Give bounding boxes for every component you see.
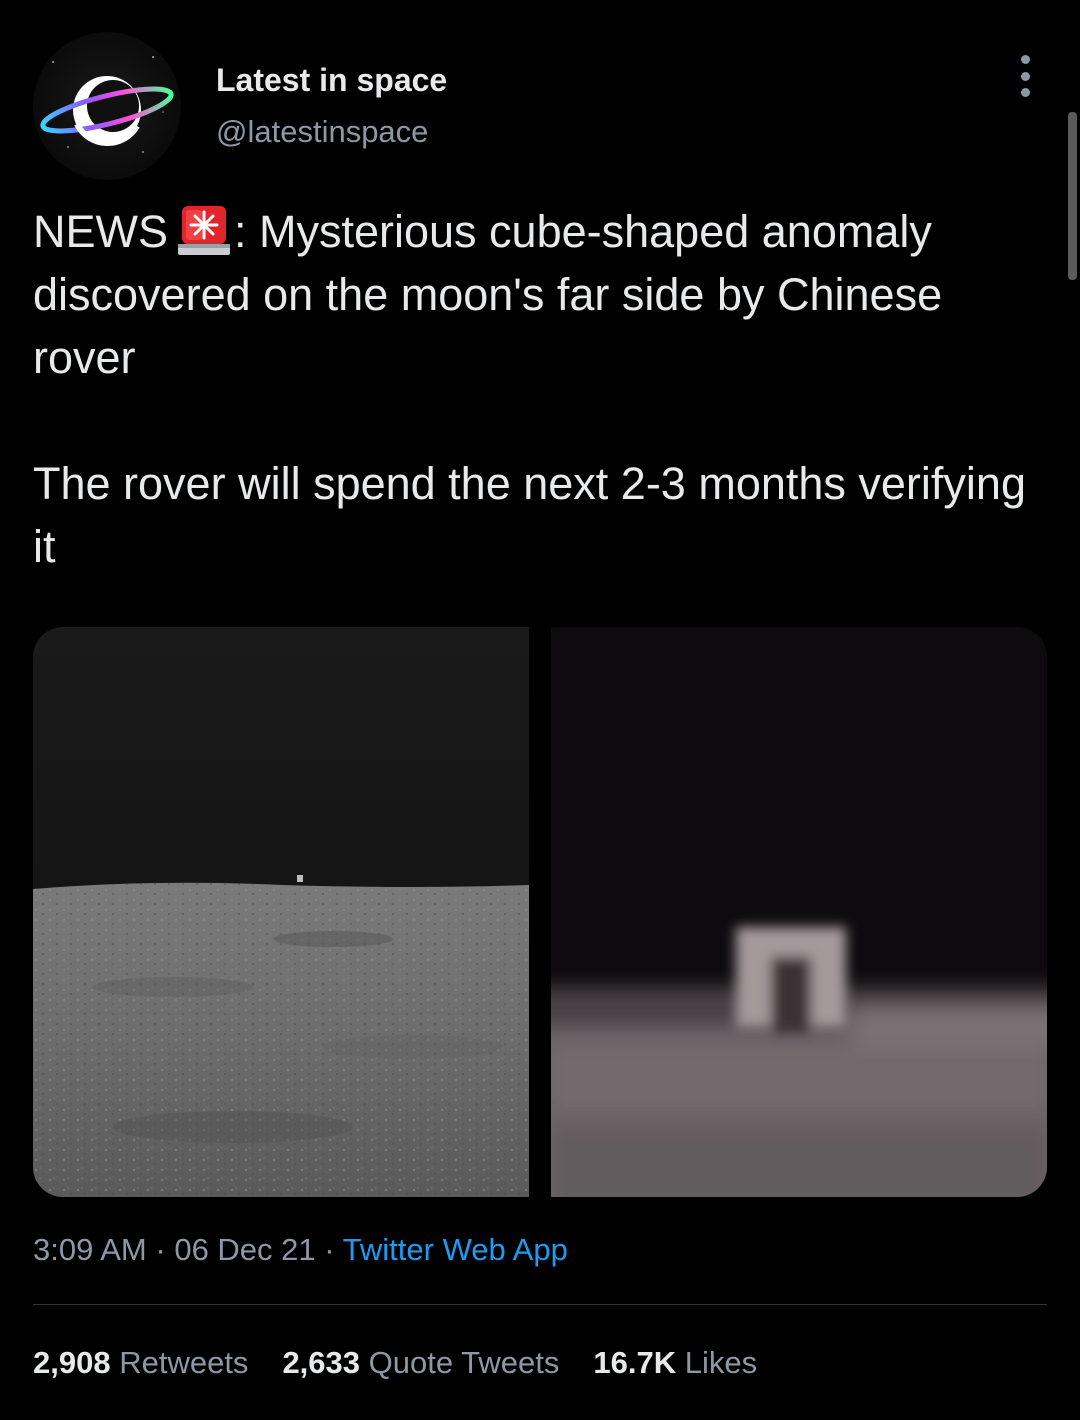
tweet-stats: 2,908 Retweets 2,633 Quote Tweets 16.7K … — [33, 1345, 757, 1381]
retweets-count: 2,908 — [33, 1345, 111, 1380]
meta-separator: · — [324, 1232, 335, 1267]
tweet-date[interactable]: 06 Dec 21 — [174, 1232, 315, 1267]
more-dot — [1020, 55, 1030, 64]
likes-stat[interactable]: 16.7K Likes — [593, 1345, 757, 1381]
planet-logo-icon — [40, 56, 174, 153]
avatar[interactable] — [33, 32, 181, 180]
quote-tweets-stat[interactable]: 2,633 Quote Tweets — [282, 1345, 559, 1381]
quote-tweets-count: 2,633 — [282, 1345, 361, 1380]
more-dot — [1020, 71, 1030, 81]
photo-lunar-horizon[interactable] — [33, 627, 529, 1197]
police-car-light-siren-icon — [178, 202, 230, 256]
display-name[interactable]: Latest in space — [216, 62, 447, 99]
tweet-paragraph-2: The rover will spend the next 2-3 months… — [33, 458, 1026, 572]
scrollbar[interactable] — [1068, 112, 1077, 280]
tweet-media — [33, 627, 1047, 1197]
cube-anomaly-closeup-image — [551, 627, 1047, 1197]
tweet-text-news: NEWS — [33, 206, 168, 257]
more-dot — [1020, 88, 1030, 97]
retweets-label: Retweets — [119, 1345, 249, 1380]
tweet-time[interactable]: 3:09 AM — [33, 1232, 147, 1267]
retweets-stat[interactable]: 2,908 Retweets — [33, 1345, 248, 1381]
tweet-source-link[interactable]: Twitter Web App — [343, 1232, 568, 1267]
tweet-text: NEWS : Mysterious cube-shaped anomaly di… — [33, 200, 1043, 578]
photo-cube-closeup[interactable] — [551, 627, 1047, 1197]
quote-tweets-label: Quote Tweets — [368, 1345, 560, 1380]
tweet-paragraph-1: NEWS : Mysterious cube-shaped anomaly di… — [33, 200, 1043, 389]
user-handle[interactable]: @latestinspace — [216, 114, 428, 150]
likes-label: Likes — [684, 1345, 758, 1380]
meta-separator: · — [155, 1232, 166, 1267]
more-options-button[interactable] — [1006, 55, 1044, 97]
likes-count: 16.7K — [593, 1345, 677, 1380]
divider — [33, 1304, 1047, 1305]
tweet-text-headline: : Mysterious cube-shaped anomaly discove… — [33, 206, 943, 383]
lunar-surface-image — [33, 627, 529, 1197]
tweet-meta: 3:09 AM · 06 Dec 21 · Twitter Web App — [33, 1232, 568, 1268]
